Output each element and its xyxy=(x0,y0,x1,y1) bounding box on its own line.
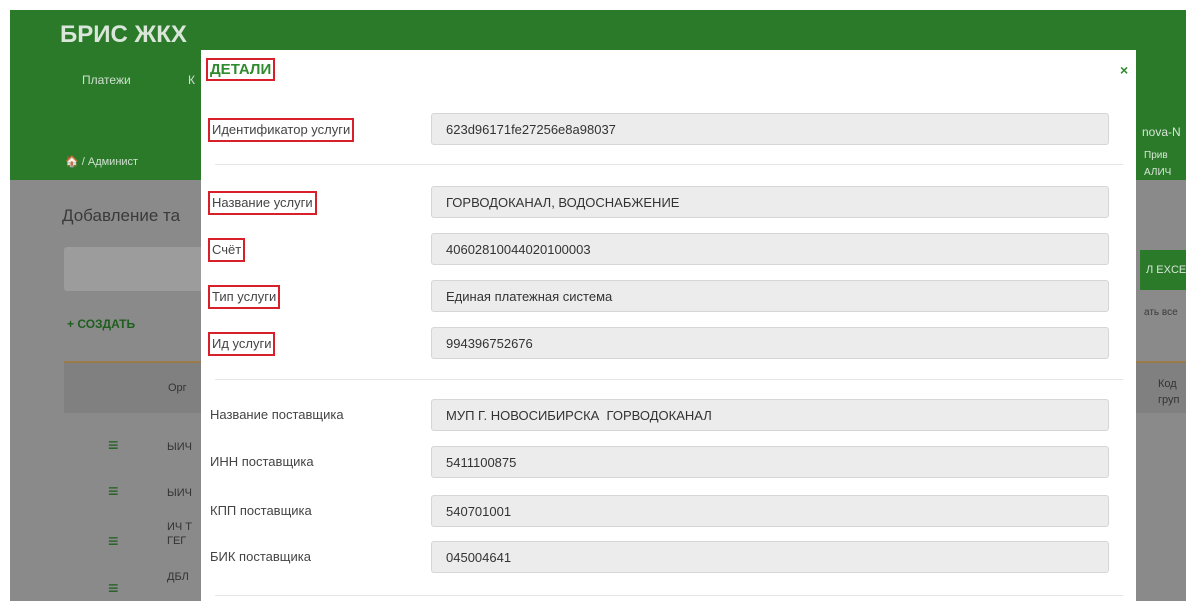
create-button[interactable]: + СОЗДАТЬ xyxy=(67,317,135,331)
field-service-type: Тип услуги xyxy=(201,280,1136,312)
field-label: КПП поставщика xyxy=(210,503,312,518)
supplier-bik-input[interactable] xyxy=(431,541,1109,573)
close-icon[interactable]: × xyxy=(1120,62,1128,78)
field-service-name: Название услуги xyxy=(201,186,1136,218)
details-modal: ДЕТАЛИ × Идентификатор услуги Название у… xyxy=(201,50,1136,601)
row-menu-icon[interactable]: ≡ xyxy=(108,578,119,599)
column-header-org[interactable]: Орг xyxy=(168,382,187,394)
section-divider xyxy=(215,595,1123,596)
row-text: ГЕГ xyxy=(167,535,187,547)
user-name[interactable]: nova-N xyxy=(1142,125,1181,139)
page-title: Добавление та xyxy=(62,206,181,225)
field-label: Ид услуги xyxy=(208,332,276,356)
supplier-name-input[interactable] xyxy=(431,399,1109,431)
table-row: ИЧ Т ГЕГ xyxy=(167,520,192,548)
row-menu-icon[interactable]: ≡ xyxy=(108,481,119,502)
service-type-input[interactable] xyxy=(431,280,1109,312)
supplier-inn-input[interactable] xyxy=(431,446,1109,478)
section-divider xyxy=(215,379,1123,380)
field-label: ИНН поставщика xyxy=(210,454,314,469)
field-label: Счёт xyxy=(208,238,246,262)
app-brand: БРИС ЖКХ xyxy=(60,21,187,48)
column-header-code-line2: груп xyxy=(1158,394,1180,406)
column-header-code-line1: Код xyxy=(1158,378,1177,390)
modal-title: ДЕТАЛИ xyxy=(206,58,276,81)
field-supplier-kpp: КПП поставщика xyxy=(201,495,1136,527)
select-all-link[interactable]: ать все xyxy=(1144,307,1178,318)
field-label: Название поставщика xyxy=(210,407,344,422)
filter-panel xyxy=(64,247,204,291)
supplier-kpp-input[interactable] xyxy=(431,495,1109,527)
account-input[interactable] xyxy=(431,233,1109,265)
row-menu-icon[interactable]: ≡ xyxy=(108,435,119,456)
excel-button[interactable]: Л EXCE xyxy=(1140,250,1186,290)
service-name-input[interactable] xyxy=(431,186,1109,218)
table-row: ДБЛ xyxy=(167,570,189,584)
row-menu-icon[interactable]: ≡ xyxy=(108,531,119,552)
field-supplier-bik: БИК поставщика xyxy=(201,541,1136,573)
field-label: БИК поставщика xyxy=(210,549,311,564)
field-service-id: Идентификатор услуги xyxy=(201,113,1136,145)
table-row: ЫИЧ xyxy=(167,486,192,500)
column-header-code[interactable]: Код груп xyxy=(1158,376,1179,408)
header-link-2[interactable]: АЛИЧ xyxy=(1144,167,1171,178)
row-text: ЫИЧ xyxy=(167,487,192,499)
service-code-input[interactable] xyxy=(431,327,1109,359)
nav-payments[interactable]: Платежи xyxy=(82,73,131,87)
section-divider xyxy=(215,164,1123,165)
field-label: Идентификатор услуги xyxy=(208,118,355,142)
nav-item-2[interactable]: К xyxy=(188,73,195,87)
breadcrumb[interactable]: 🏠 / Админист xyxy=(65,155,138,168)
row-text: ИЧ Т xyxy=(167,521,193,533)
service-id-input[interactable] xyxy=(431,113,1109,145)
field-supplier-name: Название поставщика xyxy=(201,399,1136,431)
row-text: ДБЛ xyxy=(167,571,189,583)
field-label: Название услуги xyxy=(208,191,317,215)
header-link-1[interactable]: Прив xyxy=(1144,150,1168,161)
field-service-code: Ид услуги xyxy=(201,327,1136,359)
field-supplier-inn: ИНН поставщика xyxy=(201,446,1136,478)
field-account: Счёт xyxy=(201,233,1136,265)
row-text: ЫИЧ xyxy=(167,441,192,453)
field-label: Тип услуги xyxy=(208,285,281,309)
table-row: ЫИЧ xyxy=(167,440,192,454)
